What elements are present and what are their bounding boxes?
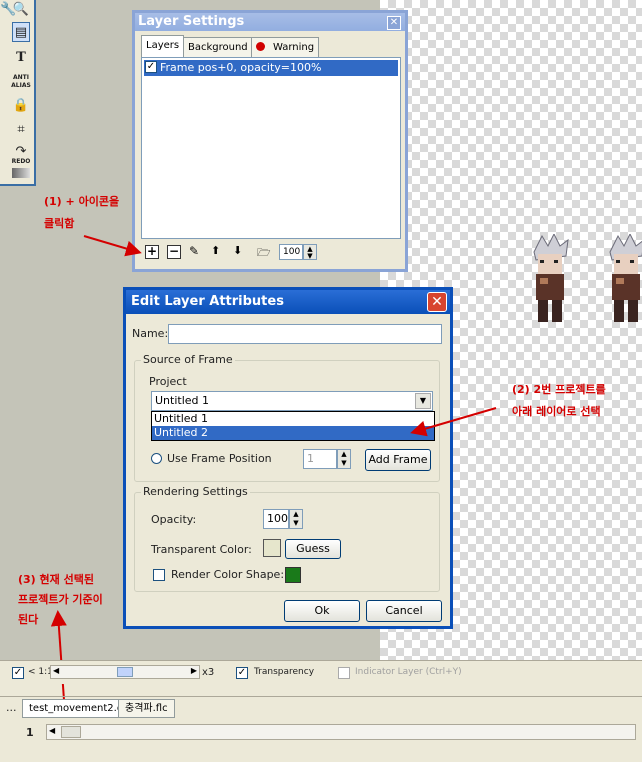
move-up-icon[interactable]: ⬆ xyxy=(211,244,220,257)
warning-icon xyxy=(256,42,265,51)
timeline-left-arrow[interactable]: ◀ xyxy=(49,726,55,735)
move-down-icon[interactable]: ⬇ xyxy=(233,244,242,257)
wrench-icon[interactable]: 🔧 xyxy=(0,0,16,20)
transparency-checkbox[interactable]: ✓ xyxy=(236,667,248,679)
indicator-layer-label: Indicator Layer (Ctrl+Y) xyxy=(355,667,462,677)
frame-position-input[interactable]: 1 xyxy=(303,449,337,469)
anti-alias-icon[interactable]: ANTI ALIAS xyxy=(10,74,32,94)
layer-opacity-spinner[interactable]: ▲ ▼ xyxy=(303,244,317,260)
chevron-down-icon[interactable]: ▼ xyxy=(415,393,431,409)
rendering-settings-title: Rendering Settings xyxy=(141,485,250,498)
sprite-character-2 xyxy=(609,234,642,322)
add-frame-button[interactable]: Add Frame xyxy=(365,449,431,471)
annotation-step3-line2: 프로젝트가 기준이 xyxy=(18,593,103,606)
close-icon[interactable]: ✕ xyxy=(387,16,401,30)
document-tabs: ... test_movement2.gif 충격파.flc xyxy=(0,696,642,718)
layer-settings-titlebar[interactable]: Layer Settings xyxy=(135,13,405,31)
tab-background[interactable]: Background xyxy=(183,37,253,57)
layer-list[interactable]: ✓ Frame pos+0, opacity=100% xyxy=(141,57,401,239)
opacity-input[interactable]: 100 xyxy=(263,509,289,529)
zoom-right-label: x3 xyxy=(202,667,215,678)
timeline: 1 ◀ xyxy=(0,718,642,762)
annotation-step2: (2) 2번 프로젝트를 아래 레이어로 선택 xyxy=(512,380,606,422)
layer-row[interactable]: ✓ Frame pos+0, opacity=100% xyxy=(144,60,398,76)
transparent-color-swatch[interactable] xyxy=(263,539,281,557)
use-frame-position-label: Use Frame Position xyxy=(167,452,272,465)
cancel-button[interactable]: Cancel xyxy=(366,600,442,622)
shape-color-swatch[interactable] xyxy=(285,567,301,583)
project-dropdown-list: Untitled 1 Untitled 2 xyxy=(151,411,435,441)
opacity-spinner[interactable]: ▲ ▼ xyxy=(289,509,303,529)
source-of-frame-title: Source of Frame xyxy=(141,353,235,366)
annotation-step2-line1: (2) 2번 프로젝트를 xyxy=(512,383,606,396)
annotation-step1-line2: 클릭함 xyxy=(44,217,75,230)
layer-settings-icon[interactable]: ▤ xyxy=(12,22,30,42)
timeline-scrollbar[interactable]: ◀ xyxy=(46,724,636,740)
zoom-slider[interactable]: ◀ ▶ xyxy=(50,665,200,679)
add-layer-icon[interactable]: + xyxy=(145,245,159,259)
rendering-settings-group: Rendering Settings Opacity: 100 ▲ ▼ Trans… xyxy=(134,485,440,592)
layer-settings-window: Layer Settings ✕ Layers Background Warni… xyxy=(132,10,408,272)
project-select[interactable]: Untitled 1 ▼ xyxy=(151,391,433,411)
tab-warning[interactable]: Warning xyxy=(251,37,320,57)
layer-visible-checkbox[interactable]: ✓ xyxy=(145,61,157,73)
edit-layer-title: Edit Layer Attributes xyxy=(131,294,284,309)
indicator-layer-checkbox[interactable] xyxy=(338,667,350,679)
zoom-slider-left-arrow[interactable]: ◀ xyxy=(53,666,59,675)
remove-layer-icon[interactable]: − xyxy=(167,245,181,259)
zoom-slider-thumb[interactable] xyxy=(117,667,133,677)
render-color-shape-checkbox[interactable] xyxy=(153,569,165,581)
lock-icon[interactable]: 🔒 xyxy=(12,96,30,116)
gradient-icon[interactable] xyxy=(12,168,30,178)
layer-row-label: Frame pos+0, opacity=100% xyxy=(160,61,322,74)
annotation-step1: (1) + 아이콘을 클릭함 xyxy=(44,192,119,234)
use-frame-position-radio[interactable] xyxy=(151,453,162,464)
project-label: Project xyxy=(149,375,187,388)
tab-shockwave[interactable]: 충격파.flc xyxy=(118,699,175,718)
opacity-label: Opacity: xyxy=(151,513,197,526)
annotation-step1-line1: (1) + 아이콘을 xyxy=(44,195,120,208)
frame-number: 1 xyxy=(26,726,34,739)
layer-settings-title: Layer Settings xyxy=(138,14,245,29)
zoom-checkbox[interactable]: ✓ xyxy=(12,667,24,679)
transparency-label: Transparency xyxy=(254,667,315,677)
transparent-color-label: Transparent Color: xyxy=(151,543,252,556)
frame-position-spinner[interactable]: ▲ ▼ xyxy=(337,449,351,469)
tab-layers[interactable]: Layers xyxy=(141,35,185,57)
annotation-step3: (3) 현재 선택된 프로젝트가 기준이 된다 xyxy=(18,570,103,630)
ok-button[interactable]: Ok xyxy=(284,600,360,622)
folder-icon[interactable]: 🗁 xyxy=(257,244,271,263)
toolbox: 🔍 ▤ T ANTI ALIAS 🔒 ⌗ ↷ REDO 🔧 xyxy=(0,0,36,186)
close-icon[interactable]: ✕ xyxy=(427,292,447,312)
name-label: Name: xyxy=(132,327,169,340)
project-option-2[interactable]: Untitled 2 xyxy=(152,426,434,440)
guess-button[interactable]: Guess xyxy=(285,539,341,559)
render-color-shape-label: Render Color Shape: xyxy=(171,568,285,581)
sprite-character-1 xyxy=(533,234,569,322)
tabs-ellipsis[interactable]: ... xyxy=(6,701,17,714)
edit-layer-titlebar[interactable]: Edit Layer Attributes xyxy=(126,290,450,314)
timeline-thumb[interactable] xyxy=(61,726,81,738)
annotation-step2-line2: 아래 레이어로 선택 xyxy=(512,405,601,418)
edit-layer-dialog: Edit Layer Attributes ✕ Name: Source of … xyxy=(123,287,453,629)
annotation-step3-line1: (3) 현재 선택된 xyxy=(18,573,94,586)
name-input[interactable] xyxy=(168,324,442,344)
project-selected-value: Untitled 1 xyxy=(155,394,210,407)
annotation-step3-line3: 된다 xyxy=(18,613,39,626)
project-option-1[interactable]: Untitled 1 xyxy=(152,412,434,426)
zoom-slider-right-arrow[interactable]: ▶ xyxy=(191,666,197,675)
layer-toolbar: + − ✎ ⬆ ⬇ 🗁 100 ▲ ▼ xyxy=(141,243,401,263)
layer-opacity-input[interactable]: 100 xyxy=(279,244,303,260)
tab-warning-label: Warning xyxy=(273,42,315,53)
crop-icon[interactable]: ⌗ xyxy=(12,120,30,140)
text-icon[interactable]: T xyxy=(12,48,30,68)
source-of-frame-group: Source of Frame Project Untitled 1 ▼ Unt… xyxy=(134,353,440,482)
status-bar: ✓ < 1:1 ◀ ▶ x3 ✓ Transparency Indicator … xyxy=(0,660,642,684)
edit-pencil-icon[interactable]: ✎ xyxy=(189,244,199,258)
